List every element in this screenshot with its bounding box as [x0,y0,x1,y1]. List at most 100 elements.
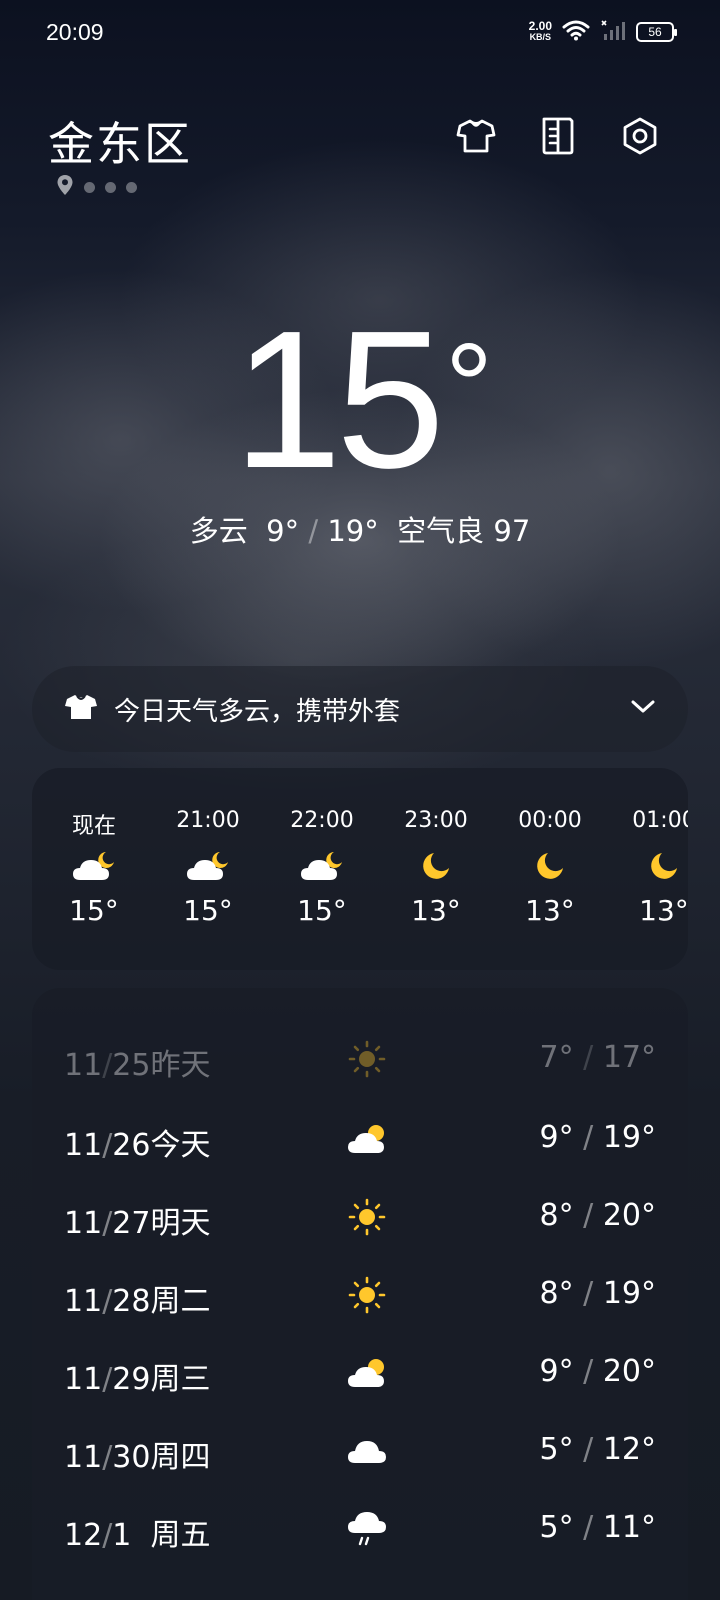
partly-cloudy-night-icon [150,842,266,890]
air-quality[interactable]: 空气良 97 [397,514,530,548]
day-low: 7° [539,1040,574,1075]
hour-time: 22:00 [290,808,354,833]
hour-temp: 15° [183,894,233,927]
hour-temp: 13° [411,894,461,927]
day-label: 27明天 [112,1206,211,1241]
hourly-item: 00:00 13° [492,768,608,927]
day-temp-range: 9° / 20° [539,1354,656,1389]
hour-temp: 15° [69,894,119,927]
day-high: 20° [602,1198,656,1233]
moon-icon [378,842,494,890]
day-low: 8° [539,1198,574,1233]
day-date: 11/27明天 [64,1206,211,1241]
partly-cloudy-night-icon [36,842,152,890]
day-low: 5° [539,1510,574,1545]
day-low: 5° [539,1432,574,1467]
day-label: 28周二 [112,1284,211,1319]
network-speed-value: 2.00 [528,19,552,33]
hourly-forecast[interactable]: 现在 15° 21:00 15° 22:00 15° 23:00 13° 00:… [32,768,688,970]
daily-row[interactable]: 11/27明天 8° / 20° [32,1176,688,1256]
daily-row[interactable]: 11/25昨天 7° / 17° [32,1018,688,1098]
day-temp-range: 8° / 20° [539,1198,656,1233]
day-month: 11 [64,1206,103,1241]
partly-cloudy-icon [344,1350,390,1396]
hourly-item: 22:00 15° [264,768,380,927]
day-label: 30周四 [112,1440,211,1475]
news-icon[interactable] [536,114,580,158]
city-name[interactable]: 金东区 [48,108,192,174]
day-month: 11 [64,1128,103,1163]
day-month: 11 [64,1284,103,1319]
day-temp-range: 5° / 11° [539,1510,656,1545]
moon-icon [606,842,688,890]
day-date: 11/29周三 [64,1362,211,1397]
day-high: 11° [602,1510,656,1545]
day-date: 11/25昨天 [64,1048,211,1083]
daily-row[interactable]: 11/30周四 5° / 12° [32,1410,688,1490]
day-temp-range: 8° / 19° [539,1276,656,1311]
moon-icon [492,842,608,890]
day-high: 17° [602,1040,656,1075]
hour-temp: 13° [639,894,688,927]
page-dot [84,181,95,193]
network-speed: 2.00 KB/S [528,19,552,43]
cloudy-icon [344,1428,390,1474]
day-high: 19° [602,1276,656,1311]
location-page-indicator [56,174,137,200]
network-speed-unit: KB/S [529,32,552,42]
hourly-item: 01:00 13° [606,768,688,927]
day-high: 12° [602,1432,656,1467]
today-low: 9° [266,514,300,548]
day-high: 20° [602,1354,656,1389]
chevron-down-icon[interactable] [630,699,656,719]
day-low: 9° [539,1354,574,1389]
hour-temp: 15° [297,894,347,927]
clothing-advice-bar[interactable]: 今日天气多云，携带外套 [32,666,688,752]
day-date: 11/26今天 [64,1128,211,1163]
hourly-item: 现在 15° [36,768,152,927]
day-low: 9° [539,1120,574,1155]
page-dot [105,181,116,193]
daily-row[interactable]: 11/29周三 9° / 20° [32,1332,688,1412]
outfit-icon[interactable] [454,114,498,158]
day-month: 11 [64,1440,103,1475]
page-dot [126,181,137,193]
day-temp-range: 5° / 12° [539,1432,656,1467]
weather-screen: 20:09 2.00 KB/S 56 金东区 15° 多云 9° / 19° 空… [0,0,720,1600]
day-low: 8° [539,1276,574,1311]
daily-forecast[interactable]: 11/25昨天 7° / 17° 11/26今天 9° / 19° 11/27明… [32,988,688,1600]
day-date: 12/1 周五 [64,1518,211,1553]
cellular-signal-icon [600,19,626,45]
hourly-item: 21:00 15° [150,768,266,927]
current-temperature: 15° [0,300,720,500]
sunny-icon [344,1272,390,1318]
daily-row[interactable]: 12/1 周五 5° / 11° [32,1488,688,1568]
rain-icon [344,1506,390,1552]
day-month: 11 [64,1048,103,1083]
daily-row[interactable]: 11/26今天 9° / 19° [32,1098,688,1178]
day-label: 29周三 [112,1362,211,1397]
location-pin-icon [56,174,74,200]
sunny-icon [344,1194,390,1240]
day-temp-range: 9° / 19° [539,1120,656,1155]
day-month: 11 [64,1362,103,1397]
shirt-icon [64,693,98,725]
today-high: 19° [327,514,379,548]
temp-separator: / [308,514,319,548]
day-label: 26今天 [112,1128,211,1163]
day-date: 11/30周四 [64,1440,211,1475]
weather-summary: 多云 9° / 19° 空气良 97 [0,508,720,550]
hour-time: 01:00 [632,808,688,833]
condition-text: 多云 [189,514,248,548]
wifi-icon [562,19,590,45]
hour-time: 现在 [71,814,116,839]
day-month: 12 [64,1518,103,1553]
battery-icon: 56 [636,22,677,42]
current-temp-value: 15 [232,290,445,509]
current-temp-degree: ° [445,319,493,453]
status-bar: 20:09 2.00 KB/S 56 [46,16,677,48]
status-icons: 2.00 KB/S 56 [528,19,677,45]
daily-row[interactable]: 11/28周二 8° / 19° [32,1254,688,1334]
hour-time: 00:00 [518,808,582,833]
settings-icon[interactable] [618,114,662,158]
